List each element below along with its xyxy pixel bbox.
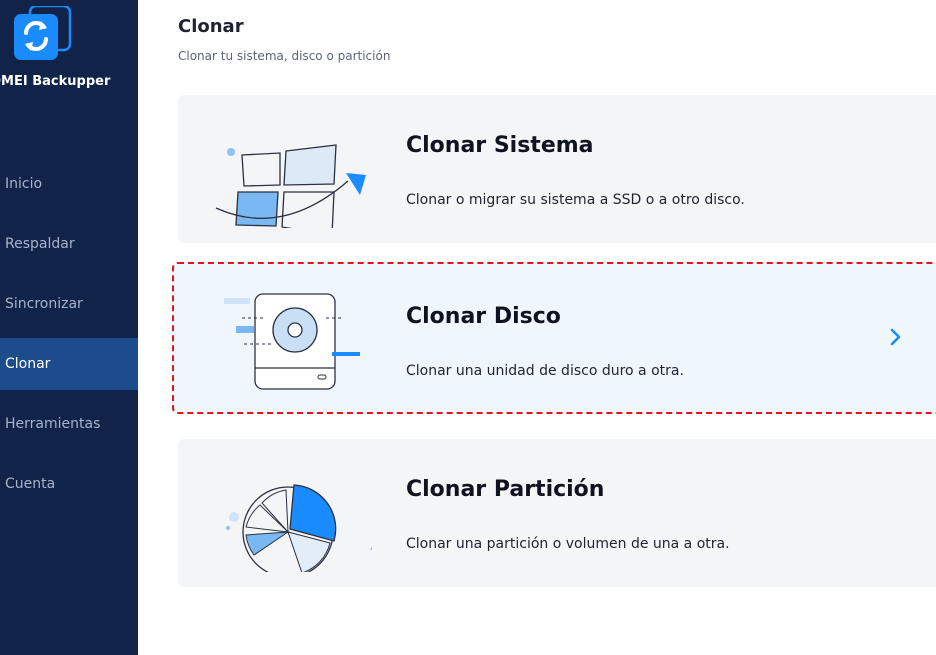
sidebar: OMEI Backupper Inicio Respaldar Sincroni… xyxy=(0,0,138,655)
page-title: Clonar xyxy=(178,16,244,37)
card-description: Clonar una partición o volumen de una a … xyxy=(406,536,730,552)
sidebar-item-herramientas[interactable]: Herramientas xyxy=(0,398,138,450)
hard-disk-icon xyxy=(212,278,372,393)
card-title: Clonar Sistema xyxy=(406,133,594,158)
app-logo-icon xyxy=(14,4,72,62)
page-subtitle: Clonar tu sistema, disco o partición xyxy=(178,49,391,63)
app-name: OMEI Backupper xyxy=(0,74,111,89)
chevron-right-icon[interactable] xyxy=(888,328,904,346)
sidebar-item-inicio[interactable]: Inicio xyxy=(0,158,138,210)
card-description: Clonar una unidad de disco duro a otra. xyxy=(406,363,684,379)
windows-system-icon xyxy=(212,113,372,236)
card-description: Clonar o migrar su sistema a SSD o a otr… xyxy=(406,192,745,208)
sidebar-item-clonar[interactable]: Clonar xyxy=(0,338,138,390)
sidebar-item-sincronizar[interactable]: Sincronizar xyxy=(0,278,138,330)
card-title: Clonar Partición xyxy=(406,477,605,502)
sidebar-item-cuenta[interactable]: Cuenta xyxy=(0,458,138,510)
clone-system-card[interactable]: Clonar Sistema Clonar o migrar su sistem… xyxy=(178,95,936,243)
clone-partition-card[interactable]: Clonar Partición Clonar una partición o … xyxy=(178,439,936,587)
sidebar-item-respaldar[interactable]: Respaldar xyxy=(0,218,138,270)
clone-disk-card[interactable]: Clonar Disco Clonar una unidad de disco … xyxy=(172,262,936,414)
card-title: Clonar Disco xyxy=(406,304,561,329)
pie-partition-icon xyxy=(212,457,380,578)
